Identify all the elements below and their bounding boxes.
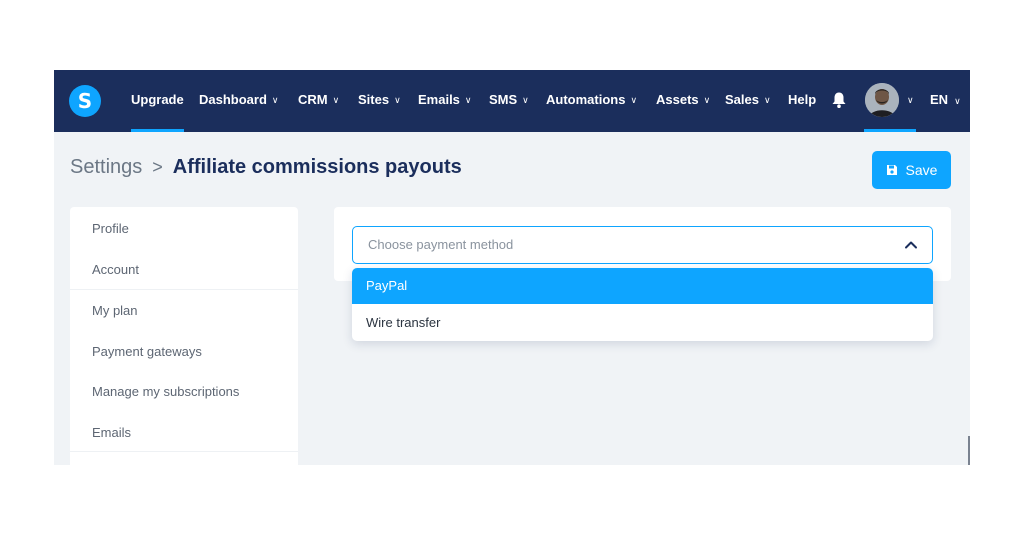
- avatar[interactable]: [865, 83, 899, 117]
- language-label: EN: [930, 92, 949, 107]
- nav-assets[interactable]: Assets ∨: [656, 70, 710, 132]
- sidebar-item-profile[interactable]: Profile: [92, 221, 129, 236]
- sidebar-item-my-plan[interactable]: My plan: [92, 303, 138, 318]
- page-title: Affiliate commissions payouts: [172, 156, 462, 178]
- scrollbar[interactable]: [968, 436, 970, 465]
- breadcrumb: Settings > Affiliate commissions payouts: [70, 156, 462, 179]
- nav-automations[interactable]: Automations ∨: [546, 70, 637, 132]
- chevron-down-icon: ∨: [954, 96, 961, 106]
- chevron-down-icon[interactable]: ∨: [907, 70, 914, 132]
- nav-upgrade-label: Upgrade: [131, 92, 184, 107]
- nav-assets-label: Assets: [656, 92, 699, 107]
- save-button[interactable]: Save: [872, 151, 951, 189]
- payment-method-select[interactable]: Choose payment method: [352, 226, 933, 264]
- nav-sms-label: SMS: [489, 92, 518, 107]
- nav-upgrade[interactable]: Upgrade: [131, 70, 184, 132]
- nav-automations-label: Automations: [546, 92, 626, 107]
- nav-help-label: Help: [788, 92, 817, 107]
- nav-help[interactable]: Help: [788, 70, 816, 132]
- chevron-down-icon: ∨: [464, 95, 472, 105]
- nav-dashboard[interactable]: Dashboard ∨: [199, 70, 279, 132]
- breadcrumb-settings-link[interactable]: Settings: [70, 156, 142, 178]
- save-button-label: Save: [905, 162, 938, 178]
- chevron-down-icon: ∨: [703, 95, 711, 105]
- app-logo[interactable]: S: [69, 85, 101, 117]
- sidebar-divider: [70, 289, 298, 290]
- floppy-disk-icon: [886, 165, 897, 175]
- option-wire-transfer[interactable]: Wire transfer: [352, 305, 933, 341]
- chevron-down-icon: ∨: [630, 95, 638, 105]
- nav-crm[interactable]: CRM ∨: [298, 70, 339, 132]
- nav-sms[interactable]: SMS ∨: [489, 70, 529, 132]
- nav-active-indicator: [131, 129, 184, 132]
- sidebar-item-account[interactable]: Account: [92, 262, 139, 277]
- avatar-active-indicator: [864, 129, 916, 132]
- nav-crm-label: CRM: [298, 92, 328, 107]
- option-paypal[interactable]: PayPal: [352, 268, 933, 304]
- app-window: S Upgrade Dashboard ∨ CRM ∨ Sites ∨ Emails ∨…: [54, 70, 970, 465]
- bell-icon[interactable]: [831, 91, 847, 109]
- nav-sites[interactable]: Sites ∨: [358, 70, 401, 132]
- payment-method-dropdown: PayPal Wire transfer: [352, 268, 933, 341]
- chevron-up-icon: [905, 241, 917, 249]
- nav-dashboard-label: Dashboard: [199, 92, 267, 107]
- chevron-down-icon: ∨: [522, 95, 529, 105]
- language-selector[interactable]: EN ∨: [930, 70, 961, 132]
- chevron-down-icon: ∨: [394, 95, 401, 105]
- nav-emails[interactable]: Emails ∨: [418, 70, 472, 132]
- sidebar-item-emails[interactable]: Emails: [92, 425, 131, 440]
- chevron-right-icon: >: [152, 157, 163, 177]
- chevron-down-icon: ∨: [271, 95, 279, 105]
- top-navigation-bar: S Upgrade Dashboard ∨ CRM ∨ Sites ∨ Emails ∨…: [54, 70, 970, 132]
- nav-sites-label: Sites: [358, 92, 390, 107]
- nav-sales[interactable]: Sales ∨: [725, 70, 771, 132]
- nav-emails-label: Emails: [418, 92, 460, 107]
- chevron-down-icon: ∨: [332, 95, 340, 105]
- sidebar-item-manage-subscriptions[interactable]: Manage my subscriptions: [92, 384, 239, 399]
- avatar-photo: [865, 83, 899, 117]
- settings-sidebar: Profile Account My plan Payment gateways…: [70, 207, 298, 465]
- chevron-down-icon: ∨: [763, 95, 771, 105]
- sidebar-item-payment-gateways[interactable]: Payment gateways: [92, 344, 202, 359]
- payment-method-placeholder: Choose payment method: [368, 237, 514, 252]
- sidebar-divider: [70, 451, 298, 452]
- nav-sales-label: Sales: [725, 92, 759, 107]
